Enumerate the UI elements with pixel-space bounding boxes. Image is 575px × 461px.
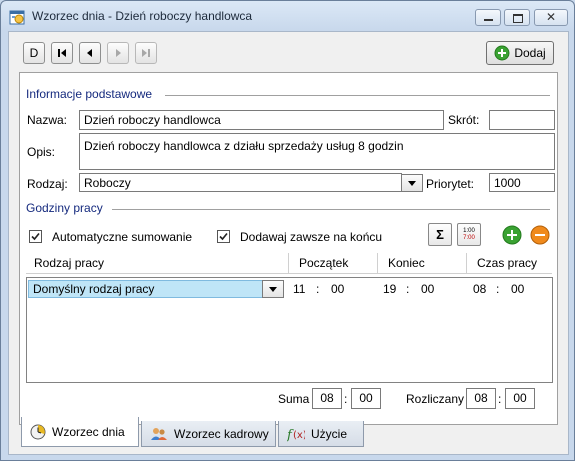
calculated-label: Rozliczany — [406, 392, 465, 406]
window: Wzorzec dnia - Dzień roboczy handlowca ✕… — [0, 0, 575, 461]
sum-hours-field[interactable]: 08 — [312, 388, 342, 409]
priority-field[interactable]: 1000 — [489, 173, 555, 192]
header-divider — [26, 273, 552, 274]
append-end-label: Dodawaj zawsze na końcu — [240, 230, 383, 244]
checkmark-icon — [31, 232, 40, 241]
type-label: Rodzaj: — [27, 177, 68, 191]
append-end-checkbox[interactable] — [217, 230, 230, 243]
start-hour[interactable]: 11 — [293, 282, 305, 296]
sum-label: Suma — [278, 392, 310, 406]
duration-minute[interactable]: 00 — [511, 282, 524, 296]
priority-label: Priorytet: — [426, 177, 475, 191]
description-field[interactable]: Dzień roboczy handlowca z działu sprzeda… — [79, 133, 555, 170]
tab-day-pattern-label: Wzorzec dnia — [52, 424, 125, 439]
column-header-work-type[interactable]: Rodzaj pracy — [34, 256, 104, 270]
clock-icon — [30, 424, 46, 439]
next-record-icon — [116, 49, 121, 57]
tab-staff-pattern-label: Wzorzec kadrowy — [174, 426, 269, 441]
tab-day-pattern[interactable]: Wzorzec dnia — [21, 417, 139, 447]
nav-next-button[interactable] — [107, 42, 129, 64]
minimize-button[interactable] — [475, 9, 501, 26]
column-header-duration[interactable]: Czas pracy — [477, 256, 537, 270]
calculated-minutes-field[interactable]: 00 — [505, 388, 535, 409]
time-separator: : — [316, 282, 320, 296]
header-separator — [377, 253, 378, 273]
time-separator: : — [496, 282, 500, 296]
nav-prev-button[interactable] — [79, 42, 101, 64]
time-format-button[interactable]: 1:00 7:00 — [457, 223, 481, 246]
maximize-button[interactable] — [504, 9, 530, 26]
chevron-down-icon — [408, 180, 416, 186]
section-work-hours: Godziny pracy — [26, 201, 103, 215]
tab-usage[interactable]: f(x) Użycie — [278, 421, 364, 447]
column-header-end[interactable]: Koniec — [388, 256, 425, 270]
start-minute[interactable]: 00 — [331, 282, 344, 296]
auto-sum-checkbox[interactable] — [29, 230, 42, 243]
column-header-start[interactable]: Początek — [299, 256, 348, 270]
section-divider — [112, 209, 550, 210]
description-label: Opis: — [27, 145, 56, 159]
first-record-icon — [58, 49, 66, 57]
checkmark-icon — [219, 232, 228, 241]
header-separator — [466, 253, 467, 273]
sum-button[interactable]: Σ — [428, 223, 452, 246]
type-dropdown-button[interactable] — [401, 174, 423, 192]
duration-hour[interactable]: 08 — [473, 282, 486, 296]
close-icon: ✕ — [545, 10, 557, 24]
nav-new-label: D — [29, 46, 39, 60]
nav-last-button[interactable] — [135, 42, 157, 64]
time-separator: : — [344, 392, 348, 406]
short-field[interactable] — [489, 110, 555, 130]
svg-text:(x): (x) — [293, 430, 305, 441]
function-icon: f(x) — [287, 428, 305, 442]
table-row-work-type[interactable]: Domyślny rodzaj pracy — [28, 280, 284, 298]
time-format-icon-bottom: 7:00 — [463, 234, 475, 241]
end-minute[interactable]: 00 — [421, 282, 434, 296]
tab-staff-pattern[interactable]: Wzorzec kadrowy — [141, 421, 276, 447]
main-panel: Informacje podstawowe Nazwa: Dzień roboc… — [19, 72, 558, 425]
window-content: D Dodaj Informacje podstawowe Nazwa: Dzi… — [8, 31, 569, 455]
section-basic-info: Informacje podstawowe — [26, 87, 153, 101]
add-row-icon[interactable] — [502, 225, 522, 245]
remove-row-icon[interactable] — [530, 225, 550, 245]
name-label: Nazwa: — [27, 113, 68, 127]
sum-icon: Σ — [436, 227, 444, 242]
add-icon — [494, 45, 510, 61]
maximize-icon — [513, 14, 523, 23]
auto-sum-label: Automatyczne sumowanie — [52, 230, 193, 244]
chevron-down-icon — [269, 286, 277, 292]
sum-minutes-field[interactable]: 00 — [351, 388, 381, 409]
people-icon — [151, 427, 167, 440]
time-format-icon-top: 1:00 — [463, 227, 475, 234]
tab-usage-label: Użycie — [311, 426, 348, 441]
close-button[interactable]: ✕ — [534, 9, 568, 26]
window-title: Wzorzec dnia - Dzień roboczy handlowca — [32, 9, 253, 23]
end-hour[interactable]: 19 — [383, 282, 396, 296]
minimize-icon — [484, 19, 493, 21]
nav-first-button[interactable] — [51, 42, 73, 64]
work-type-dropdown-button[interactable] — [262, 280, 284, 298]
previous-record-icon — [87, 49, 92, 57]
short-label: Skrót: — [448, 113, 480, 127]
calculated-hours-field[interactable]: 08 — [466, 388, 496, 409]
name-field[interactable]: Dzień roboczy handlowca — [79, 110, 444, 130]
add-button[interactable]: Dodaj — [486, 41, 554, 65]
header-separator — [288, 253, 289, 273]
title-bar[interactable]: Wzorzec dnia - Dzień roboczy handlowca ✕ — [1, 1, 574, 31]
time-separator: : — [498, 392, 502, 406]
section-divider — [165, 95, 550, 96]
work-hours-table: Domyślny rodzaj pracy 11 : 00 19 : 00 08… — [26, 277, 553, 383]
calendar-app-icon — [9, 10, 25, 25]
type-dropdown[interactable]: Roboczy — [79, 173, 402, 192]
add-button-label: Dodaj — [514, 46, 546, 60]
last-record-icon — [142, 49, 150, 57]
nav-new-button[interactable]: D — [23, 42, 45, 64]
time-separator: : — [406, 282, 410, 296]
